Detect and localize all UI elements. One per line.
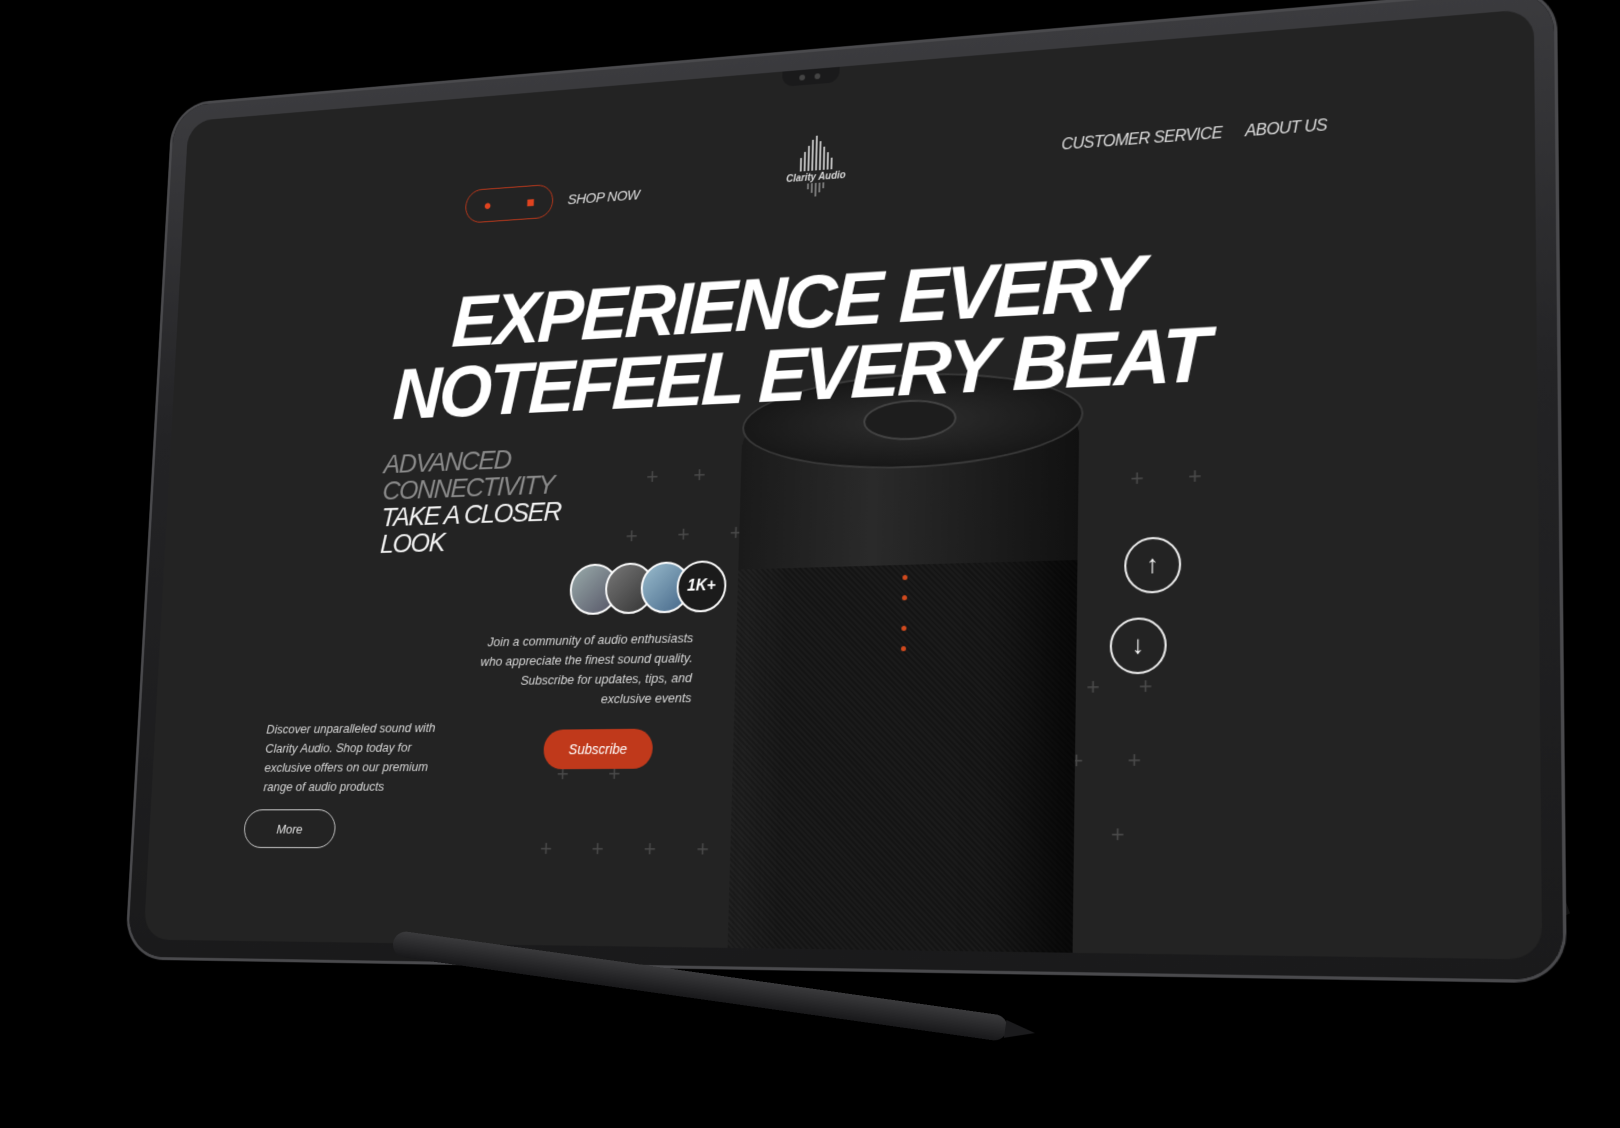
plus-decoration: + (1110, 820, 1125, 848)
arrow-down-icon: ↓ (1131, 631, 1145, 660)
subscribe-button[interactable]: Subscribe (542, 728, 654, 770)
plus-decoration: + (625, 523, 639, 549)
community-avatars: 1K+ (568, 559, 728, 616)
sub-headline: ADVANCED CONNECTIVITY TAKE A CLOSER LOOK (379, 444, 563, 559)
more-button[interactable]: More (243, 809, 337, 849)
nav-left: ● ■ SHOP NOW (464, 177, 641, 224)
hero-headline: EXPERIENCE EVERY NOTEFEEL EVERY BEAT (368, 240, 1237, 435)
account-cart-pill[interactable]: ● ■ (464, 183, 554, 224)
scroll-down-button[interactable]: ↓ (1109, 616, 1167, 675)
plus-decoration: + (539, 835, 553, 861)
community-count-badge: 1K+ (675, 559, 728, 613)
plus-decoration: + (645, 464, 659, 489)
nav-link-about-us[interactable]: ABOUT US (1245, 117, 1327, 141)
community-text: Join a community of audio enthusiasts wh… (480, 630, 694, 707)
speaker-product-image (725, 365, 1085, 960)
plus-decoration: + (1127, 746, 1142, 774)
soundwave-icon (778, 133, 856, 173)
shopping-bag-icon[interactable]: ■ (526, 194, 535, 210)
sub-line-4: LOOK (379, 527, 445, 559)
plus-decoration: + (696, 836, 710, 862)
arrow-up-icon: ↑ (1146, 550, 1160, 579)
plus-decoration: + (1130, 465, 1144, 492)
user-icon[interactable]: ● (483, 197, 492, 213)
promo-text: Discover unparalleled sound with Clarity… (263, 720, 436, 794)
tablet-device: ● ■ SHOP NOW Clarity Audio CUSTOMER SERV… (127, 0, 1564, 981)
nav-right: CUSTOMER SERVICE ABOUT US (1061, 117, 1327, 154)
tablet-screen: ● ■ SHOP NOW Clarity Audio CUSTOMER SERV… (143, 8, 1543, 960)
nav-link-customer-service[interactable]: CUSTOMER SERVICE (1061, 125, 1222, 155)
plus-decoration: + (1138, 672, 1153, 700)
plus-decoration: + (693, 462, 706, 488)
plus-decoration: + (591, 835, 605, 862)
scroll-up-button[interactable]: ↑ (1123, 536, 1182, 594)
plus-decoration: + (643, 836, 657, 862)
sub-line-3: TAKE A CLOSER (380, 495, 562, 533)
plus-decoration: + (1188, 462, 1202, 490)
shop-now-link[interactable]: SHOP NOW (567, 186, 640, 207)
plus-decoration: + (677, 521, 690, 547)
brand-logo[interactable]: Clarity Audio (777, 133, 855, 199)
plus-decoration: + (1086, 673, 1100, 700)
